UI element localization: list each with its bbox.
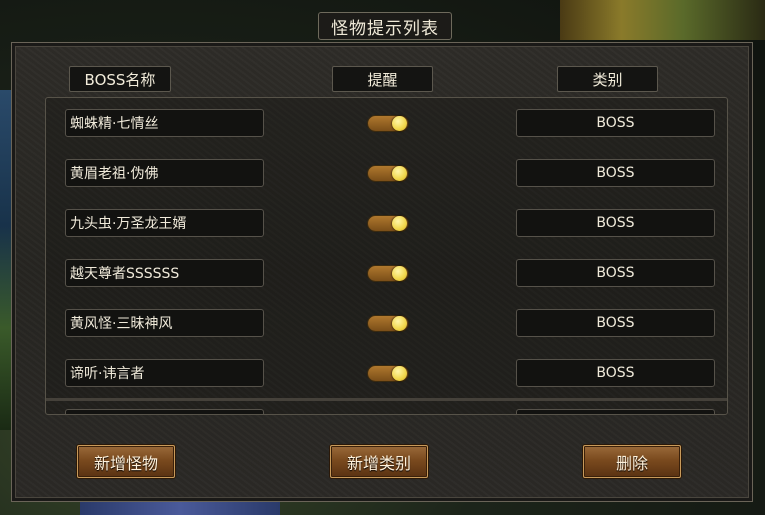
toggle-knob	[392, 316, 407, 331]
list-item: 九头虫·万圣龙王婿 BOSS	[46, 209, 727, 237]
header-category: 类别	[557, 66, 658, 92]
category-select[interactable]: BOSS	[516, 109, 715, 137]
category-select-partial[interactable]	[516, 409, 715, 414]
category-select[interactable]: BOSS	[516, 309, 715, 337]
add-monster-button[interactable]: 新增怪物	[77, 445, 175, 478]
list-item: 黄风怪·三昧神风 BOSS	[46, 309, 727, 337]
monster-name[interactable]: 谛听·讳言者	[65, 359, 264, 387]
monster-name-partial[interactable]	[65, 409, 264, 414]
alert-toggle[interactable]	[367, 315, 409, 332]
monster-name[interactable]: 黄风怪·三昧神风	[65, 309, 264, 337]
list-item: 谛听·讳言者 BOSS	[46, 359, 727, 387]
monster-name[interactable]: 九头虫·万圣龙王婿	[65, 209, 264, 237]
background-scenery-bottom	[80, 500, 280, 515]
toggle-knob	[392, 116, 407, 131]
background-ornament	[560, 0, 765, 40]
list-item: 蜘蛛精·七情丝 BOSS	[46, 109, 727, 137]
list-divider	[46, 398, 727, 401]
toggle-knob	[392, 216, 407, 231]
list-item: 越天尊者SSSSSS BOSS	[46, 259, 727, 287]
toggle-knob	[392, 366, 407, 381]
monster-list[interactable]: 蜘蛛精·七情丝 BOSS 黄眉老祖·伪佛 BOSS 九头虫·万圣龙王婿 BOSS…	[45, 97, 728, 415]
alert-toggle[interactable]	[367, 115, 409, 132]
add-category-button[interactable]: 新增类别	[330, 445, 428, 478]
monster-name[interactable]: 蜘蛛精·七情丝	[65, 109, 264, 137]
list-item: 黄眉老祖·伪佛 BOSS	[46, 159, 727, 187]
alert-toggle[interactable]	[367, 215, 409, 232]
alert-toggle[interactable]	[367, 265, 409, 282]
monster-name[interactable]: 黄眉老祖·伪佛	[65, 159, 264, 187]
category-select[interactable]: BOSS	[516, 209, 715, 237]
toggle-knob	[392, 166, 407, 181]
alert-toggle[interactable]	[367, 165, 409, 182]
header-alert: 提醒	[332, 66, 433, 92]
alert-toggle[interactable]	[367, 365, 409, 382]
category-select[interactable]: BOSS	[516, 259, 715, 287]
delete-button[interactable]: 删除	[583, 445, 681, 478]
category-select[interactable]: BOSS	[516, 159, 715, 187]
header-boss-name: BOSS名称	[69, 66, 171, 92]
monster-name[interactable]: 越天尊者SSSSSS	[65, 259, 264, 287]
window-title: 怪物提示列表	[318, 12, 452, 40]
toggle-knob	[392, 266, 407, 281]
category-select[interactable]: BOSS	[516, 359, 715, 387]
list-item-partial	[46, 409, 727, 414]
